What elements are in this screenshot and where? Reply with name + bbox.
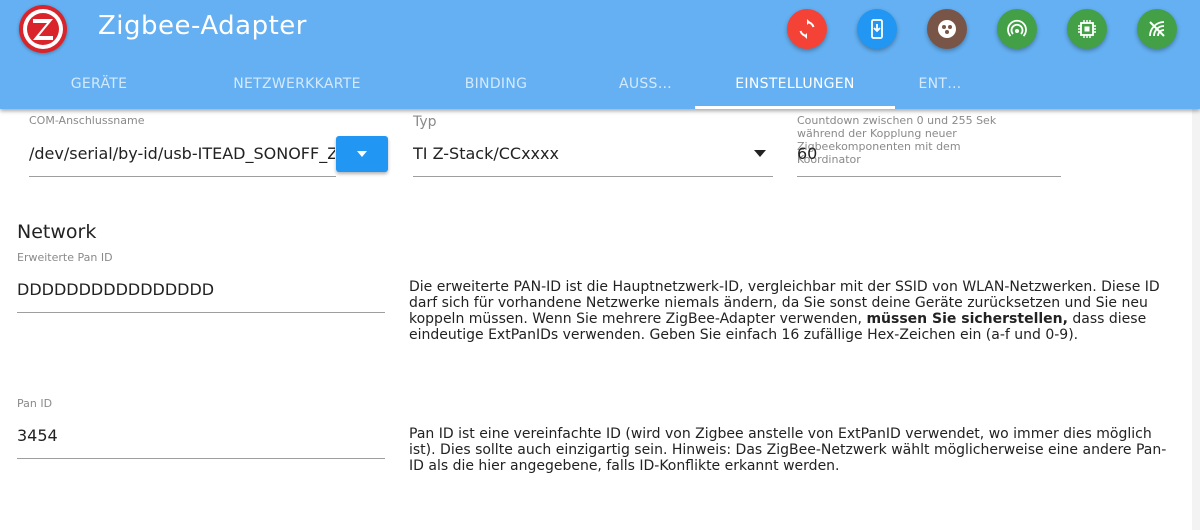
countdown-underline <box>797 176 1061 177</box>
wifi-off-button[interactable] <box>1137 9 1177 49</box>
caret-down-icon <box>357 151 367 157</box>
dots-circle-icon <box>938 20 956 38</box>
zigbee-logo-icon <box>19 5 67 53</box>
sync-button[interactable] <box>787 9 827 49</box>
panid-description: Pan ID ist eine vereinfachte ID (wird vo… <box>409 426 1167 474</box>
scrollbar[interactable] <box>1192 109 1200 530</box>
typ-caret-down-icon[interactable] <box>754 150 766 157</box>
wifi-off-icon <box>1149 21 1165 37</box>
com-port-label: COM-Anschlussname <box>29 114 145 127</box>
tab-bar: Geräte Netzwerkkarte Binding Auss… Einst… <box>0 62 1200 109</box>
tab-geraete[interactable]: Geräte <box>0 62 198 109</box>
countdown-input[interactable]: 60 <box>797 144 997 163</box>
sync-icon <box>799 19 815 39</box>
network-heading: Network <box>17 221 97 243</box>
chip-icon <box>1078 20 1096 38</box>
extpanid-description-bold: müssen Sie sicherstellen, <box>866 311 1068 327</box>
tab-binding[interactable]: Binding <box>396 62 596 109</box>
tab-einstellungen[interactable]: Einstellungen <box>695 62 895 109</box>
panid-label: Pan ID <box>17 397 53 410</box>
extpanid-description: Die erweiterte PAN-ID ist die Hauptnetzw… <box>409 279 1169 343</box>
app-bar: Zigbee-Adapter GERÄTE NETZWERKKARTE BIND… <box>0 0 1200 109</box>
tab-ent[interactable]: Ent… <box>895 62 985 109</box>
com-port-dropdown-button[interactable] <box>336 136 388 172</box>
panid-underline <box>17 458 385 459</box>
chip-button[interactable] <box>1067 9 1107 49</box>
radio-signal-icon <box>1007 19 1027 37</box>
app-title: Zigbee-Adapter <box>98 11 307 41</box>
active-tab-indicator <box>695 106 895 109</box>
com-port-underline <box>29 176 336 177</box>
typ-label: Typ <box>413 114 437 130</box>
extpanid-label: Erweiterte Pan ID <box>17 251 113 264</box>
com-port-input[interactable]: /dev/serial/by-id/usb-ITEAD_SONOFF_Zigbe… <box>29 144 335 163</box>
signal-button[interactable] <box>997 9 1037 49</box>
extpanid-input[interactable]: DDDDDDDDDDDDDDDD <box>17 280 377 299</box>
typ-select[interactable]: TI Z-Stack/CCxxxx <box>413 144 743 163</box>
tab-netzwerkkarte[interactable]: Netzwerkkarte <box>198 62 396 109</box>
typ-underline <box>413 176 773 177</box>
network-button[interactable] <box>927 9 967 49</box>
phone-download-icon <box>871 19 883 39</box>
extpanid-underline <box>17 312 385 313</box>
tab-ausschluss[interactable]: Auss… <box>596 62 695 109</box>
download-button[interactable] <box>857 9 897 49</box>
panid-input[interactable]: 3454 <box>17 426 377 445</box>
